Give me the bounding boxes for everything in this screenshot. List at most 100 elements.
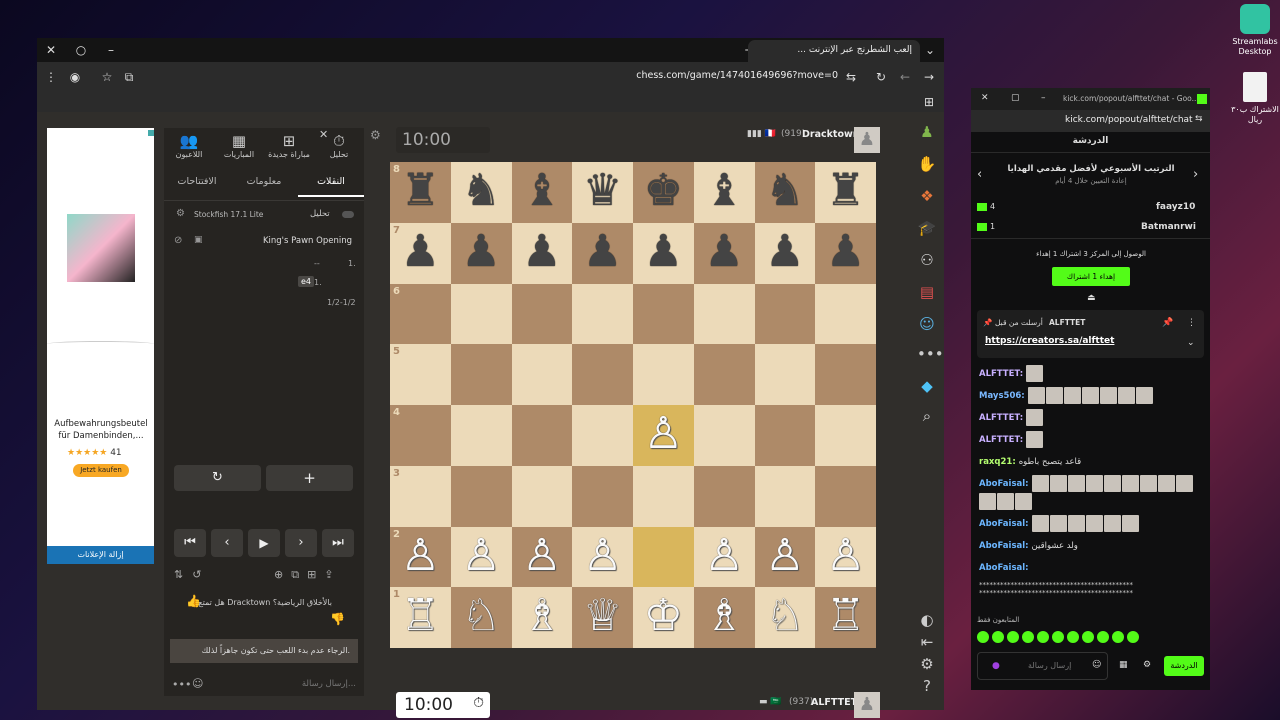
chat-username[interactable]: AboFaisal:	[979, 541, 1032, 551]
piece-f7[interactable]: ♟	[694, 223, 755, 284]
square-b6[interactable]	[450, 283, 512, 345]
site-settings-icon[interactable]: ⇆	[1195, 114, 1203, 124]
emote-icon[interactable]	[1112, 631, 1124, 643]
chat-input[interactable]: إرسال رسالة...	[244, 679, 356, 689]
piece-c2[interactable]: ♙	[512, 527, 573, 588]
square-h4[interactable]	[815, 405, 876, 466]
gift-subscription-button[interactable]: إهداء 1 اشتراك	[1052, 267, 1130, 286]
chat-message[interactable]: AboFaisal: ولد عشواقين	[979, 537, 1204, 555]
close-icon[interactable]: ✕	[981, 93, 989, 103]
top-player-avatar[interactable]: ♟	[854, 127, 880, 153]
square-b4[interactable]	[450, 405, 512, 466]
tab-menu-icon[interactable]: ⌄	[922, 42, 938, 58]
chat-message[interactable]: AboFaisal:	[979, 475, 1204, 511]
more-menu-icon[interactable]: •••	[917, 344, 944, 364]
prev-arrow-icon[interactable]: ‹	[977, 167, 982, 182]
share-icon[interactable]: ⧉	[121, 69, 137, 85]
piece-g8[interactable]: ♞	[755, 162, 816, 223]
nav-analysis[interactable]: ⏱ تحليل	[316, 132, 362, 159]
chat-username[interactable]: ALFTTET:	[979, 435, 1026, 445]
piece-g2[interactable]: ♙	[755, 527, 816, 588]
square-d3[interactable]	[572, 465, 633, 527]
piece-d7[interactable]: ♟	[572, 223, 633, 284]
square-g3[interactable]	[754, 465, 816, 527]
puzzle-icon[interactable]: ✋	[917, 154, 937, 174]
tab-openings[interactable]: الافتتاحات	[164, 176, 230, 187]
chat-username[interactable]: Mays506:	[979, 391, 1028, 401]
emote-bar[interactable]	[977, 631, 1157, 647]
prev-move-button[interactable]: ‹	[211, 529, 243, 557]
lessons-icon[interactable]: ❖	[917, 186, 937, 206]
square-b5[interactable]	[450, 344, 512, 405]
ad-banner[interactable]: Aufbewahrungsbeutel für Damenbinden,... …	[47, 128, 154, 546]
pawn-home-icon[interactable]: ♟	[917, 122, 937, 142]
next-arrow-icon[interactable]: ›	[1193, 167, 1198, 182]
bottom-player-name[interactable]: ALFTTET	[811, 697, 857, 708]
piece-c7[interactable]: ♟	[512, 223, 573, 284]
last-move-button[interactable]: ⏭	[322, 529, 354, 557]
piece-f2[interactable]: ♙	[694, 527, 755, 588]
close-window-icon[interactable]: ✕	[43, 42, 59, 58]
square-c5[interactable]	[511, 344, 573, 405]
nav-games[interactable]: ▦ المباريات	[216, 132, 262, 159]
refresh-icon[interactable]: ↻	[873, 69, 889, 85]
info-icon[interactable]: ⊘	[174, 235, 182, 246]
settings-gear-icon[interactable]: ⚙	[370, 128, 381, 142]
chat-message[interactable]: Mays506:	[979, 387, 1204, 405]
piece-h2[interactable]: ♙	[815, 527, 876, 588]
square-c3[interactable]	[511, 465, 573, 527]
chat-username[interactable]: raxq21:	[979, 457, 1019, 467]
buy-now-button[interactable]: Jetzt kaufen	[73, 464, 129, 477]
nav-players[interactable]: 👥 اللاعبون	[166, 132, 212, 159]
piece-h1[interactable]: ♖	[815, 587, 876, 648]
chat-username[interactable]: AboFaisal:	[979, 563, 1029, 573]
emote-icon[interactable]	[1022, 631, 1034, 643]
piece-b1[interactable]: ♘	[451, 587, 512, 648]
piece-h7[interactable]: ♟	[815, 223, 876, 284]
send-chat-button[interactable]: الدردشة	[1164, 656, 1204, 676]
piece-c8[interactable]: ♝	[512, 162, 573, 223]
thumbs-down-icon[interactable]: 👎	[330, 612, 345, 626]
emoji-icon[interactable]: ☺	[192, 677, 203, 690]
piece-d2[interactable]: ♙	[572, 527, 633, 588]
piece-d1[interactable]: ♕	[572, 587, 633, 648]
maximize-icon[interactable]: ▢	[1011, 93, 1020, 103]
emote-icon[interactable]	[992, 631, 1004, 643]
square-f6[interactable]	[693, 283, 755, 345]
minimize-icon[interactable]: –	[1041, 93, 1046, 103]
square-e2[interactable]	[633, 526, 694, 588]
emote-icon[interactable]	[977, 631, 989, 643]
square-b3[interactable]	[450, 465, 512, 527]
flip-board-icon[interactable]: ⇅↺	[174, 568, 210, 581]
piece-b7[interactable]: ♟	[451, 223, 512, 284]
star-icon[interactable]: ☆	[99, 69, 115, 85]
chat-username[interactable]: AboFaisal:	[979, 479, 1032, 489]
chat-username[interactable]: ALFTTET:	[979, 413, 1026, 423]
more-icon[interactable]: •••	[172, 678, 191, 691]
chat-message[interactable]: ALFTTET:	[979, 365, 1204, 383]
minimize-icon[interactable]: –	[103, 42, 119, 58]
apps-grid-icon[interactable]: ⊞	[921, 94, 937, 110]
emote-icon[interactable]	[1082, 631, 1094, 643]
emote-icon[interactable]	[1007, 631, 1019, 643]
nav-new-game[interactable]: ⊞ مباراة جديدة	[266, 132, 312, 159]
piece-d8[interactable]: ♛	[572, 162, 633, 223]
extension-icon[interactable]: ◉	[67, 69, 83, 85]
browser-tab[interactable]: إلعب الشطرنج عبر الإنترنت ...	[748, 40, 920, 62]
learn-icon[interactable]: 🎓	[917, 218, 937, 238]
help-icon[interactable]: ?	[917, 676, 937, 696]
piece-e4[interactable]: ♙	[633, 405, 694, 466]
square-d6[interactable]	[572, 283, 633, 345]
square-d4[interactable]	[572, 405, 633, 466]
pinned-link[interactable]: https://creators.sa/alfttet	[985, 336, 1114, 346]
back-icon[interactable]: →	[921, 69, 937, 85]
piece-f8[interactable]: ♝	[694, 162, 755, 223]
refresh-button[interactable]: ↻	[174, 465, 261, 491]
kick-url[interactable]: kick.com/popout/alfttet/chat	[1065, 115, 1193, 125]
square-h6[interactable]	[815, 283, 876, 345]
emote-icon[interactable]	[1052, 631, 1064, 643]
square-f3[interactable]	[693, 465, 755, 527]
social-icon[interactable]: ☺	[917, 314, 937, 334]
chess-board[interactable]: ♜ ♞ ♝ ♛ ♚ ♝ ♞ ♜ ♟ ♟ ♟ ♟ ♟ ♟ ♟ ♟ ♙ ♙ ♙ ♙ ♙ ♙ ♙ ♙ ♖ ♘ ♗ ♕ ♔ ♗ ♘ ♖ 8 7 6 5 4 3 2 1	[390, 162, 876, 648]
square-g4[interactable]	[754, 405, 816, 466]
